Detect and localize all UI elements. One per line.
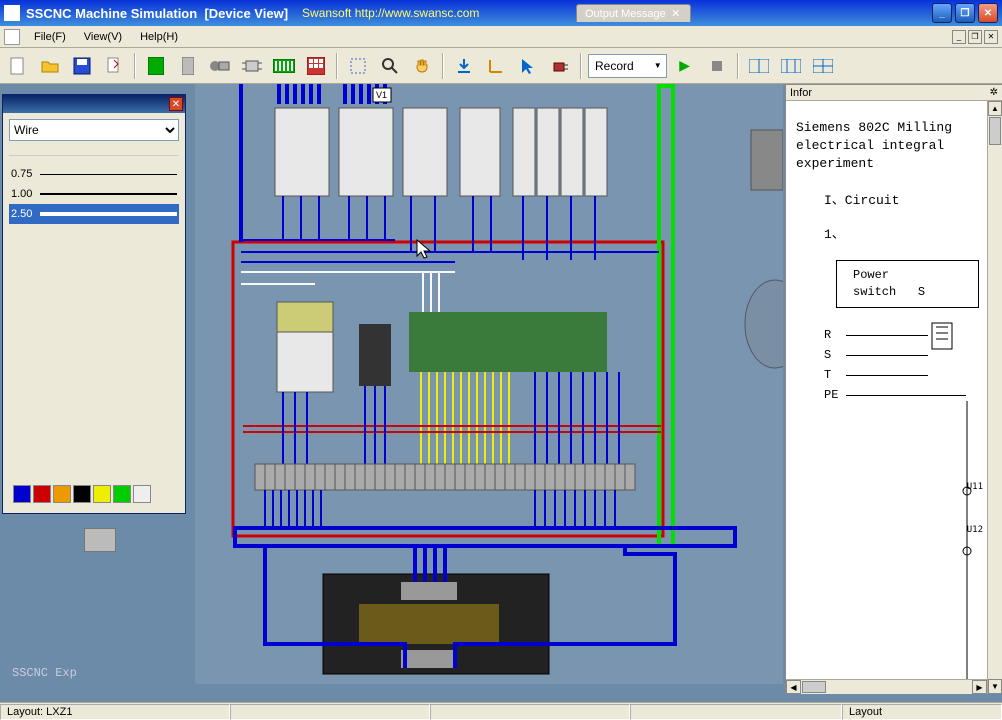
select-rect-button[interactable] [344, 52, 372, 80]
wire-size-option-250[interactable]: 2.50 [9, 204, 179, 224]
axis-button[interactable] [482, 52, 510, 80]
mdi-restore[interactable]: ❐ [968, 30, 982, 44]
status-right: Layout [842, 704, 1002, 720]
wire-type-dropdown[interactable]: Wire [9, 119, 179, 141]
view-split-2-button[interactable] [777, 52, 805, 80]
titlebar: SSCNC Machine Simulation [Device View] S… [0, 0, 1002, 26]
info-section-2: 1、 [796, 226, 979, 244]
menu-file[interactable]: File(F) [26, 29, 74, 45]
svg-text:V1: V1 [376, 90, 387, 100]
view-split-3-button[interactable] [809, 52, 837, 80]
pointer-button[interactable] [514, 52, 542, 80]
menu-help[interactable]: Help(H) [132, 29, 186, 45]
scroll-down-button[interactable]: ▼ [988, 679, 1002, 694]
app-title: SSCNC Machine Simulation [Device View] [26, 6, 288, 21]
stop-button[interactable] [703, 52, 731, 80]
info-text: Siemens 802C Milling electrical integral… [796, 119, 979, 174]
play-button[interactable]: ▶ [671, 52, 699, 80]
minimize-button[interactable]: _ [932, 3, 952, 23]
chevron-down-icon: ▼ [654, 61, 662, 70]
statusbar: Layout: LXZ1 Layout [0, 702, 1002, 720]
device-button[interactable] [206, 52, 234, 80]
status-cell-2 [230, 704, 430, 720]
save-button[interactable] [68, 52, 96, 80]
close-button[interactable]: ✕ [978, 3, 998, 23]
gear-icon[interactable]: ✲ [990, 87, 998, 98]
status-cell-3 [430, 704, 630, 720]
scroll-left-button[interactable]: ◀ [786, 680, 801, 694]
app-icon [4, 5, 20, 21]
vertical-scrollbar[interactable]: ▲ ▼ [987, 101, 1002, 694]
play-icon: ▶ [679, 57, 690, 74]
scroll-thumb[interactable] [989, 117, 1001, 145]
size-label: 2.50 [11, 208, 32, 220]
color-green[interactable] [113, 485, 131, 503]
keypad-button[interactable] [302, 52, 330, 80]
floating-component[interactable] [84, 528, 116, 552]
info-body: Siemens 802C Milling electrical integral… [786, 101, 987, 694]
diagram-power-switch: Power switch S [836, 260, 979, 308]
new-file-button[interactable] [4, 52, 32, 80]
wire-size-list: 0.75 1.00 2.50 [9, 155, 179, 224]
tab-label: Output Message [585, 8, 666, 20]
scroll-up-button[interactable]: ▲ [988, 101, 1002, 116]
download-button[interactable] [450, 52, 478, 80]
workspace: ✕ Wire 0.75 1.00 2.50 [0, 84, 1002, 702]
panel-green-button[interactable] [142, 52, 170, 80]
color-black[interactable] [73, 485, 91, 503]
open-button[interactable] [36, 52, 64, 80]
plug-button[interactable] [546, 52, 574, 80]
hscroll-thumb[interactable] [802, 681, 826, 693]
info-panel: Infor ✲ Siemens 802C Milling electrical … [785, 84, 1002, 694]
schematic-canvas[interactable]: V1 [195, 84, 783, 684]
menubar: File(F) View(V) Help(H) _ ❐ ✕ [0, 26, 1002, 48]
color-white[interactable] [133, 485, 151, 503]
stop-icon [712, 61, 722, 71]
color-blue[interactable] [13, 485, 31, 503]
wire-palette-titlebar[interactable]: ✕ [3, 95, 185, 113]
info-header: Infor ✲ [786, 85, 1002, 101]
chip-button[interactable] [238, 52, 266, 80]
dip-switch-button[interactable] [270, 52, 298, 80]
color-orange[interactable] [53, 485, 71, 503]
color-red[interactable] [33, 485, 51, 503]
zoom-button[interactable] [376, 52, 404, 80]
size-label: 0.75 [11, 168, 32, 180]
status-layout: Layout: LXZ1 [0, 704, 230, 720]
scroll-right-button[interactable]: ▶ [972, 680, 987, 694]
pan-button[interactable] [408, 52, 436, 80]
info-section-1: I、Circuit [796, 192, 979, 210]
status-cell-4 [630, 704, 842, 720]
output-message-tab[interactable]: Output Message ✕ [576, 4, 691, 22]
wire-palette-window: ✕ Wire 0.75 1.00 2.50 [2, 94, 186, 514]
maximize-button[interactable]: ❐ [955, 3, 975, 23]
ghost-watermark: SSCNC Exp [12, 666, 77, 680]
color-swatch-row [9, 481, 179, 507]
wire-size-option-075[interactable]: 0.75 [9, 164, 179, 184]
view-split-1-button[interactable] [745, 52, 773, 80]
color-yellow[interactable] [93, 485, 111, 503]
panel-gray-button[interactable] [174, 52, 202, 80]
menu-app-icon [4, 29, 20, 45]
horizontal-scrollbar[interactable]: ◀ ▶ [786, 679, 987, 694]
rst-terminal-diagram: R S T PE [824, 326, 979, 406]
export-button[interactable] [100, 52, 128, 80]
size-label: 1.00 [11, 188, 32, 200]
mdi-close[interactable]: ✕ [984, 30, 998, 44]
toolbar: Record ▼ ▶ [0, 48, 1002, 84]
close-icon[interactable]: ✕ [670, 8, 682, 20]
info-title: Infor [790, 87, 812, 99]
output-tab-row: Output Message ✕ [576, 4, 691, 22]
menu-view[interactable]: View(V) [76, 29, 130, 45]
wire-size-option-100[interactable]: 1.00 [9, 184, 179, 204]
mdi-minimize[interactable]: _ [952, 30, 966, 44]
close-icon[interactable]: ✕ [169, 97, 183, 111]
record-label: Record [595, 59, 634, 73]
watermark: Swansoft http://www.swansc.com [302, 6, 479, 20]
record-dropdown[interactable]: Record ▼ [588, 54, 667, 78]
